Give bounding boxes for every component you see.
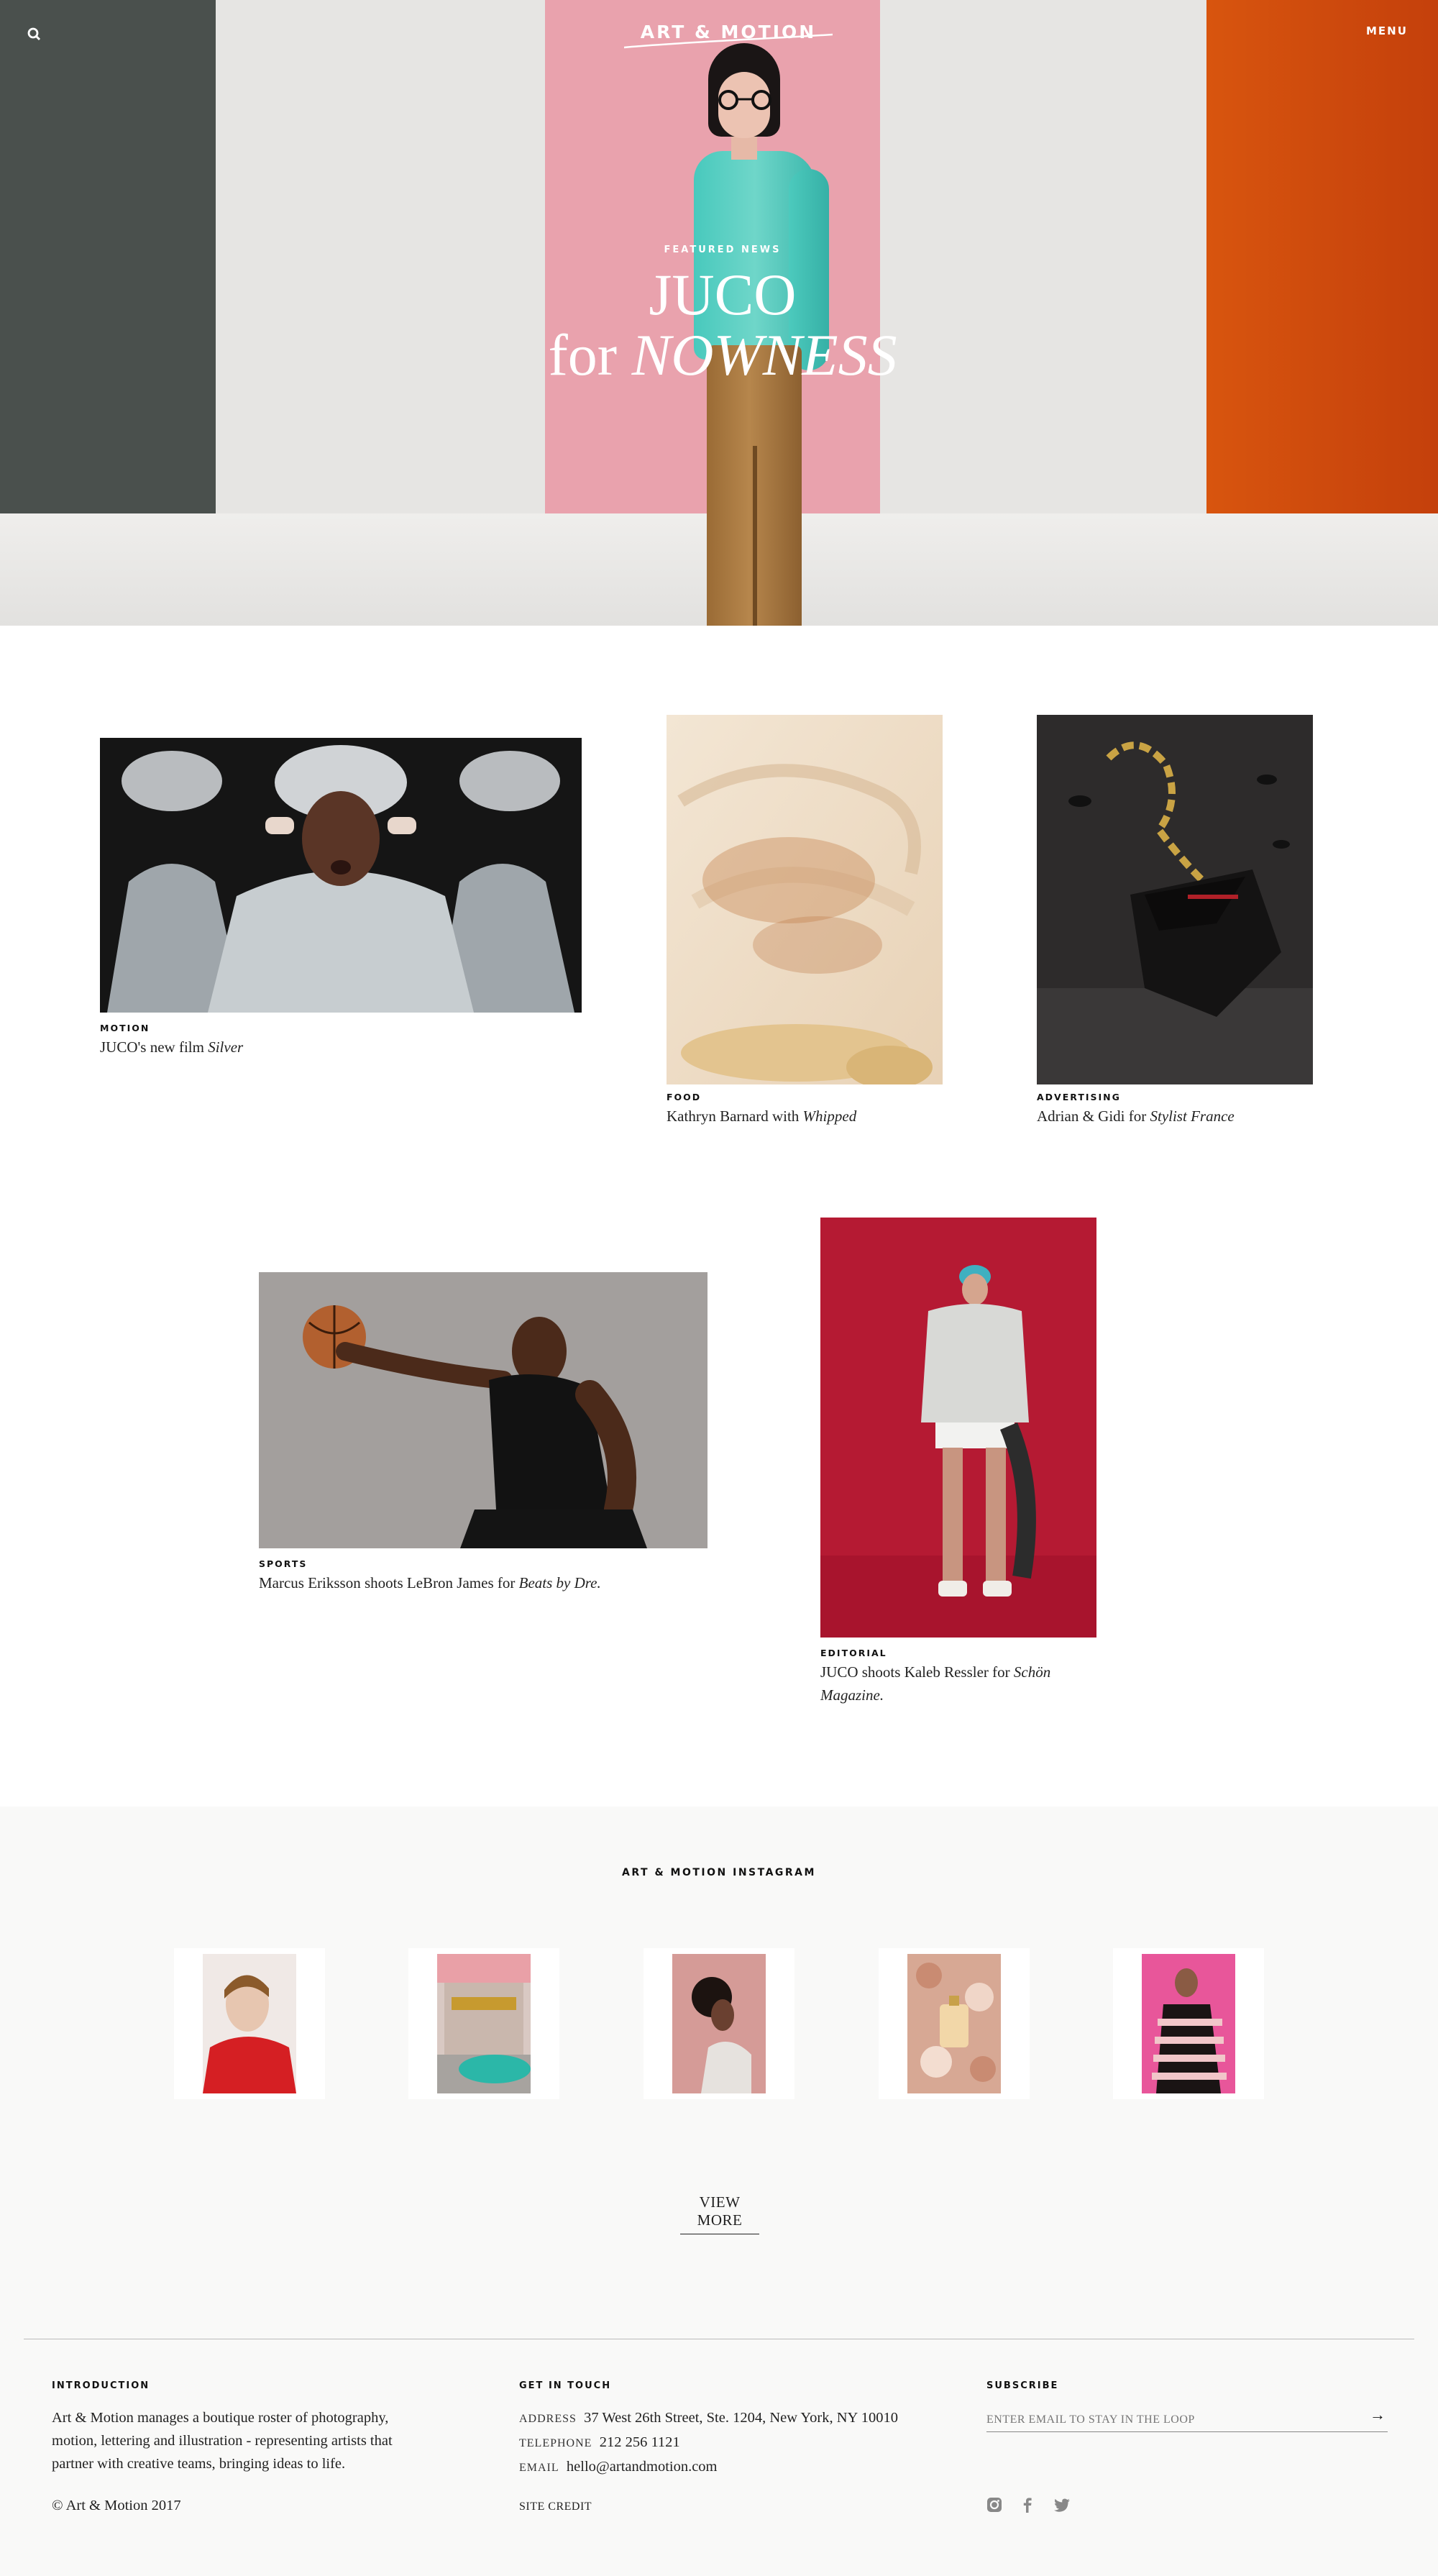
menu-button[interactable]: MENU [1366, 24, 1408, 37]
post-category: SPORTS [259, 1558, 308, 1569]
twitter-icon[interactable] [1053, 2495, 1071, 2514]
post-image-motion[interactable] [100, 738, 582, 1013]
subscribe-heading: SUBSCRIBE [986, 2380, 1059, 2391]
post-caption[interactable]: Marcus Eriksson shoots LeBron James for … [259, 1571, 601, 1594]
instagram-post[interactable] [644, 1948, 794, 2099]
intro-heading: INTRODUCTION [52, 2380, 150, 2391]
post-image-food[interactable] [667, 715, 943, 1084]
post-caption[interactable]: JUCO's new film Silver [100, 1036, 243, 1059]
hero-panel-gray [0, 0, 216, 513]
instagram-post[interactable] [1113, 1948, 1264, 2099]
contact-heading: GET IN TOUCH [519, 2380, 612, 2391]
email-row[interactable]: EMAIL hello@artandmotion.com [519, 2455, 965, 2480]
telephone-row[interactable]: TELEPHONE 212 256 1121 [519, 2431, 965, 2455]
post-card-advertising[interactable]: ADVERTISING Adrian & Gidi for Stylist Fr… [1037, 715, 1313, 1132]
instagram-post[interactable] [408, 1948, 559, 2099]
post-card-sports[interactable]: SPORTS Marcus Eriksson shoots LeBron Jam… [259, 1272, 707, 1596]
post-card-motion[interactable]: MOTION JUCO's new film Silver [100, 738, 582, 1061]
post-caption[interactable]: JUCO shoots Kaleb Ressler for Schön Magaz… [820, 1661, 1122, 1707]
post-category: FOOD [667, 1092, 702, 1102]
address-row: ADDRESS 37 West 26th Street, Ste. 1204, … [519, 2410, 898, 2426]
post-image-editorial[interactable] [820, 1218, 1096, 1638]
subscribe-email-input[interactable] [986, 2408, 1388, 2432]
post-caption[interactable]: Adrian & Gidi for Stylist France [1037, 1105, 1235, 1128]
contact-info: ADDRESS 37 West 26th Street, Ste. 1204, … [519, 2406, 965, 2480]
site-logo[interactable]: ART & MOTION [624, 22, 833, 50]
post-category: ADVERTISING [1037, 1092, 1121, 1102]
facebook-icon[interactable] [1018, 2495, 1037, 2514]
instagram-title: ART & MOTION INSTAGRAM [622, 1867, 816, 1878]
post-caption[interactable]: Kathryn Barnard with Whipped [667, 1105, 856, 1128]
search-icon[interactable] [26, 26, 43, 43]
post-card-editorial[interactable]: EDITORIAL JUCO shoots Kaleb Ressler for … [820, 1218, 1122, 1714]
featured-title: JUCO [649, 262, 797, 327]
hero-panel-orange [1206, 0, 1438, 513]
instagram-post[interactable] [174, 1948, 325, 2099]
post-image-sports[interactable] [259, 1272, 707, 1548]
site-credit-link[interactable]: SITE CREDIT [519, 2495, 592, 2518]
featured-subtitle: for NOWNESS [548, 322, 897, 388]
copyright: © Art & Motion 2017 [52, 2498, 181, 2513]
intro-text: Art & Motion manages a boutique roster o… [52, 2410, 393, 2472]
post-category: EDITORIAL [820, 1648, 887, 1658]
post-category: MOTION [100, 1023, 150, 1033]
view-more-link[interactable]: VIEW MORE [680, 2193, 759, 2234]
hero-banner[interactable]: ART & MOTION MENU FEATURED NEWS JUCO for… [0, 0, 1438, 626]
instagram-post[interactable] [879, 1948, 1030, 2099]
subscribe-submit-arrow[interactable]: → [1370, 2406, 1386, 2424]
instagram-icon[interactable] [985, 2495, 1004, 2514]
post-image-advertising[interactable] [1037, 715, 1313, 1084]
featured-kicker: FEATURED NEWS [664, 245, 782, 255]
featured-news[interactable]: FEATURED NEWS JUCO for NOWNESS [503, 245, 942, 386]
logo-swoosh [624, 33, 833, 49]
post-card-food[interactable]: FOOD Kathryn Barnard with Whipped [667, 715, 943, 1132]
